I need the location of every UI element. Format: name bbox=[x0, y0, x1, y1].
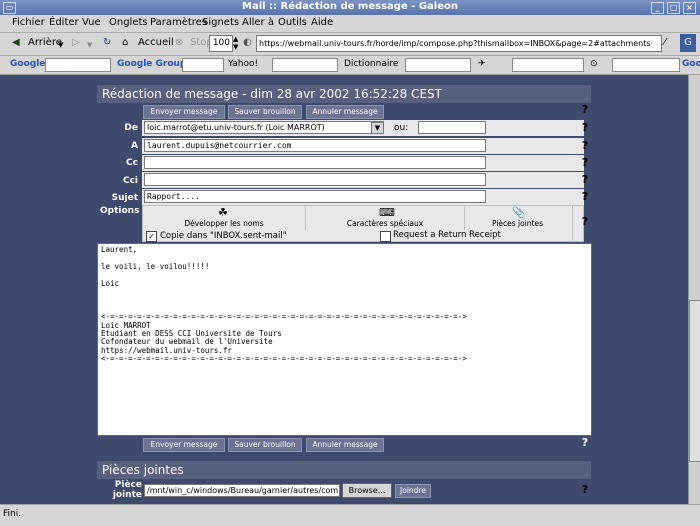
help-icon[interactable]: ? bbox=[580, 191, 590, 203]
forward-arrow-icon[interactable]: ▷ bbox=[72, 37, 80, 48]
status-bar: Fini. bbox=[0, 504, 700, 526]
save-draft-button-top[interactable]: Sauver brouillon bbox=[228, 105, 302, 119]
browse-button[interactable]: Browse... bbox=[342, 483, 392, 498]
maximize-icon[interactable]: □ bbox=[667, 2, 680, 14]
keyboard-icon[interactable]: ⌨ bbox=[379, 206, 395, 219]
bcc-label: Cci bbox=[122, 176, 138, 186]
ou-label: ou: bbox=[394, 123, 409, 133]
cancel-button-top[interactable]: Annuler message bbox=[306, 105, 384, 119]
menu-aide[interactable]: Aide bbox=[311, 17, 333, 28]
send-button-top[interactable]: Envoyer message bbox=[143, 105, 225, 119]
menu-editer[interactable]: Éditer bbox=[49, 17, 79, 28]
home-button[interactable]: Accueil bbox=[138, 37, 174, 48]
menu-onglets[interactable]: Onglets bbox=[109, 17, 148, 28]
url-input[interactable]: https://webmail.univ-tours.fr/horde/imp/… bbox=[256, 35, 662, 52]
library-icon[interactable]: ✈ bbox=[478, 59, 486, 69]
fpm-search-input[interactable] bbox=[612, 58, 680, 72]
google-logo-2[interactable]: Google bbox=[682, 59, 700, 69]
zoom-spinner-icon[interactable]: ▲ ▼ bbox=[233, 35, 238, 51]
expand-names-icon[interactable]: ☘ bbox=[218, 206, 228, 219]
groups-search-input[interactable] bbox=[182, 58, 224, 72]
help-icon[interactable]: ? bbox=[580, 484, 590, 496]
menu-parametres[interactable]: Paramètres bbox=[150, 17, 207, 28]
menu-outils[interactable]: Outils bbox=[278, 17, 307, 28]
subject-label: Sujet bbox=[111, 193, 138, 203]
attachments-link[interactable]: Pièces jointes bbox=[465, 219, 570, 228]
expand-names-link[interactable]: Développer les noms bbox=[143, 219, 305, 228]
site-icon: ◐ bbox=[243, 37, 252, 48]
menu-vue[interactable]: Vue bbox=[82, 17, 101, 28]
to-input[interactable]: laurent.dupuis@netcourrier.com bbox=[144, 139, 486, 152]
help-icon[interactable]: ? bbox=[580, 157, 590, 169]
help-icon[interactable]: ? bbox=[580, 140, 590, 152]
google-search-input[interactable] bbox=[45, 58, 111, 72]
yahoo-search-input[interactable] bbox=[272, 58, 338, 72]
help-icon[interactable]: ? bbox=[580, 437, 590, 449]
menu-signets[interactable]: Signets bbox=[202, 17, 239, 28]
attachments-title: Pièces jointes bbox=[97, 461, 591, 479]
help-icon[interactable]: ? bbox=[580, 104, 590, 116]
close-icon[interactable]: × bbox=[683, 2, 696, 14]
fpm-icon[interactable]: ⊙ bbox=[590, 59, 598, 69]
cc-input[interactable] bbox=[144, 156, 486, 169]
options-divider bbox=[572, 206, 573, 242]
menu-aller[interactable]: Aller à bbox=[242, 17, 274, 28]
bcc-input[interactable] bbox=[144, 173, 486, 186]
receipt-checkbox[interactable] bbox=[380, 231, 391, 242]
copy-sent-checkbox[interactable]: ✓ bbox=[146, 231, 157, 242]
menu-fichier[interactable]: Fichier bbox=[12, 17, 45, 28]
compose-title: Rédaction de message - dim 28 avr 2002 1… bbox=[97, 85, 591, 103]
cancel-button-bottom[interactable]: Annuler message bbox=[306, 438, 384, 452]
url-go-icon[interactable]: ⁄ bbox=[664, 37, 666, 48]
options-label: Options bbox=[100, 206, 140, 216]
search-toolbar: Google Google Groups Yahoo! Dictionnaire… bbox=[0, 56, 700, 75]
scrollbar-thumb[interactable] bbox=[689, 300, 700, 462]
special-chars-link[interactable]: Caractères spéciaux bbox=[306, 219, 464, 228]
window-titlebar: ▭ Mail :: Rédaction de message - Galeon … bbox=[0, 0, 700, 15]
stop-icon[interactable]: ⊗ bbox=[175, 37, 183, 48]
subject-input[interactable]: Rapport.... bbox=[144, 190, 486, 203]
attach-button[interactable]: Joindre bbox=[395, 484, 431, 498]
send-button-bottom[interactable]: Envoyer message bbox=[143, 438, 225, 452]
to-label: A bbox=[131, 141, 138, 151]
copy-sent-label: Copie dans "INBOX.sent-mail" bbox=[160, 231, 287, 241]
back-arrow-icon[interactable]: ◀ bbox=[12, 37, 20, 48]
window-title: Mail :: Rédaction de message - Galeon bbox=[242, 1, 458, 12]
menu-bar: Fichier Éditer Vue Onglets Paramètres Si… bbox=[0, 15, 700, 33]
library-search-input[interactable] bbox=[512, 58, 584, 72]
back-button[interactable]: Arrière bbox=[28, 37, 62, 48]
chevron-down-icon[interactable]: ▼ bbox=[371, 122, 384, 134]
attachment-label-line2: jointe bbox=[112, 490, 142, 500]
reload-icon[interactable]: ↻ bbox=[103, 37, 111, 48]
minimize-icon[interactable]: _ bbox=[651, 2, 664, 14]
back-dropdown-icon[interactable]: ▼ bbox=[58, 41, 63, 49]
attachment-path-input[interactable]: /mnt/win_c/windows/Bureau/garnier/autres… bbox=[144, 484, 340, 497]
cc-label: Cc bbox=[126, 158, 138, 168]
yahoo-button[interactable]: Yahoo! bbox=[228, 59, 258, 69]
status-text: Fini. bbox=[3, 509, 22, 519]
receipt-label: Request a Return Receipt bbox=[393, 230, 501, 240]
from-label: De bbox=[124, 123, 138, 133]
message-body[interactable]: Laurent, le voili, le voilou!!!!! Loic <… bbox=[97, 243, 592, 436]
dictionary-search-input[interactable] bbox=[405, 58, 471, 72]
dictionary-button[interactable]: Dictionnaire bbox=[344, 59, 398, 69]
galeon-logo-icon: G bbox=[680, 34, 696, 52]
home-icon[interactable]: ⌂ bbox=[122, 37, 128, 48]
paperclip-icon[interactable]: 📎 bbox=[512, 206, 526, 219]
attachment-label: Pièce jointe bbox=[100, 480, 142, 500]
google-logo[interactable]: Google bbox=[10, 59, 45, 69]
zoom-field[interactable]: 100 bbox=[209, 35, 233, 52]
navigation-toolbar: ◀ Arrière ▼ ▷ ▼ ↻ ⌂ Accueil ⊗ Stop 100 ▲… bbox=[0, 33, 700, 56]
attachment-label-line1: Pièce bbox=[114, 480, 142, 490]
save-draft-button-bottom[interactable]: Sauver brouillon bbox=[228, 438, 302, 452]
help-icon[interactable]: ? bbox=[580, 122, 590, 134]
google-groups-logo[interactable]: Google Groups bbox=[117, 59, 192, 69]
help-icon[interactable]: ? bbox=[580, 216, 590, 228]
from-alt-input[interactable] bbox=[418, 121, 486, 134]
from-select[interactable]: loic.marrot@etu.univ-tours.fr (Loic MARR… bbox=[144, 121, 384, 134]
help-icon[interactable]: ? bbox=[580, 174, 590, 186]
forward-dropdown-icon[interactable]: ▼ bbox=[87, 41, 92, 49]
